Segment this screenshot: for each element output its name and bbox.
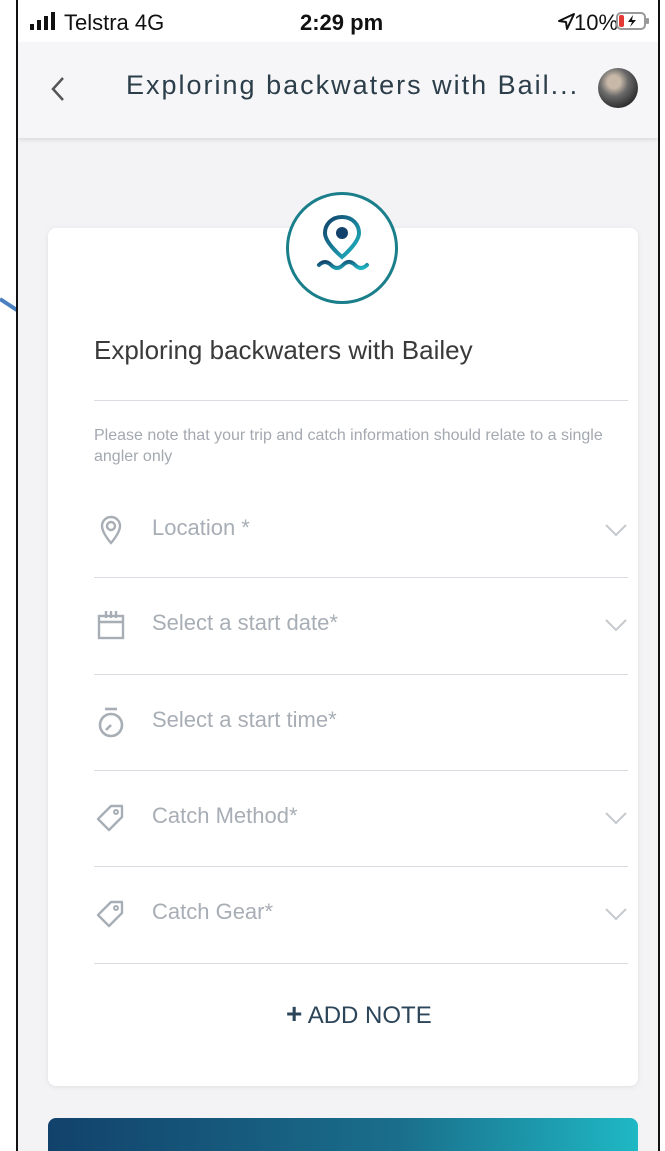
battery-percent: 10% bbox=[574, 10, 619, 35]
divider bbox=[94, 400, 628, 401]
start-date-field[interactable]: Select a start date* bbox=[94, 578, 628, 672]
stopwatch-icon bbox=[98, 707, 124, 738]
location-arrow-icon bbox=[558, 13, 575, 30]
catch-gear-field[interactable]: Catch Gear* bbox=[94, 867, 628, 961]
catch-method-label: Catch Method* bbox=[152, 803, 298, 828]
divider bbox=[94, 963, 628, 964]
single-angler-note: Please note that your trip and catch inf… bbox=[94, 427, 603, 465]
location-label: Location * bbox=[152, 515, 250, 540]
add-note-button[interactable]: + ADD NOTE bbox=[286, 998, 432, 1030]
primary-action-button[interactable] bbox=[48, 1118, 638, 1151]
calendar-icon bbox=[97, 611, 125, 640]
chevron-down-icon bbox=[605, 619, 627, 632]
back-chevron-icon[interactable] bbox=[48, 74, 68, 104]
chevron-down-icon bbox=[605, 908, 627, 921]
add-note-label: ADD NOTE bbox=[307, 1002, 432, 1029]
phone-screen: Telstra 4G 2:29 pm 10% Exploring backwat… bbox=[16, 0, 660, 1151]
tag-icon bbox=[96, 804, 124, 832]
map-pin-icon bbox=[100, 515, 122, 545]
avatar[interactable] bbox=[598, 68, 638, 108]
signal-icon bbox=[30, 12, 55, 30]
plus-icon: + bbox=[286, 998, 303, 1029]
trip-name[interactable]: Exploring backwaters with Bailey bbox=[94, 335, 473, 366]
battery-icon bbox=[616, 12, 649, 30]
location-field[interactable]: Location * bbox=[94, 483, 628, 577]
chevron-down-icon bbox=[605, 524, 627, 537]
chevron-down-icon bbox=[605, 812, 627, 825]
status-time: 2:29 pm bbox=[300, 10, 384, 35]
start-time-field[interactable]: Select a start time* bbox=[94, 675, 628, 769]
start-time-label: Select a start time* bbox=[152, 707, 337, 732]
status-bar: Telstra 4G 2:29 pm 10% bbox=[18, 0, 658, 42]
catch-gear-label: Catch Gear* bbox=[152, 899, 274, 924]
water-pin-icon bbox=[317, 214, 369, 270]
page-title: Exploring backwaters with Bail... bbox=[126, 70, 580, 100]
start-date-label: Select a start date* bbox=[152, 610, 338, 635]
catch-method-field[interactable]: Catch Method* bbox=[94, 771, 628, 865]
nav-header: Exploring backwaters with Bail... bbox=[18, 42, 658, 138]
location-badge bbox=[286, 192, 398, 304]
tag-icon bbox=[96, 900, 124, 928]
carrier-label: Telstra 4G bbox=[64, 10, 165, 35]
